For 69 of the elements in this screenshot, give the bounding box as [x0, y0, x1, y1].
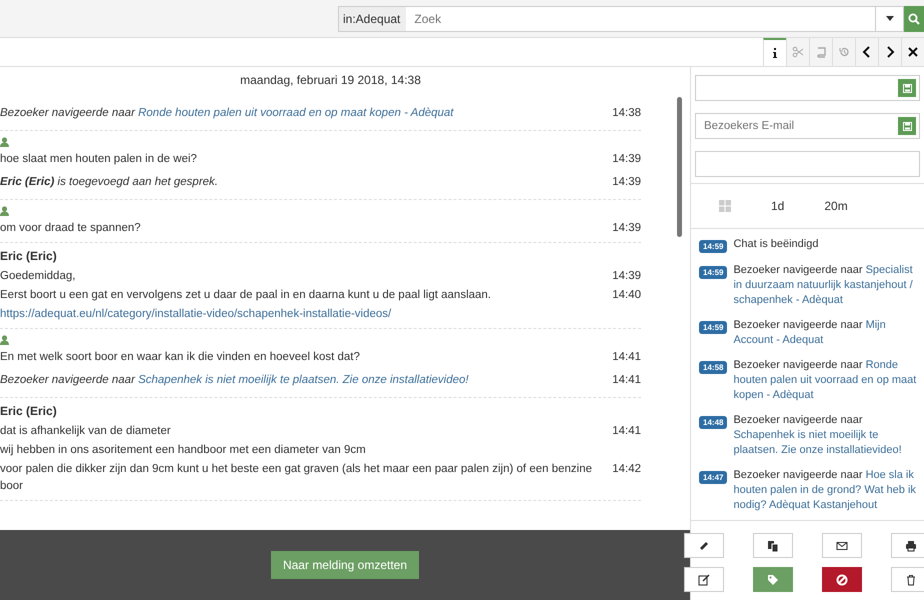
floppy-icon	[902, 84, 912, 92]
message-text: om voor draad te spannen?	[0, 221, 141, 236]
message-text: Goedemiddag,	[0, 269, 76, 284]
history-icon	[838, 46, 850, 58]
timeline-event: Bezoeker navigeerde naar Ronde houten palen uit voorraad en op maat kopen - Adèquat	[733, 358, 918, 403]
message-time: 14:39	[611, 175, 641, 190]
system-message: Eric (Eric) is toegevoegd aan het gesprek.	[0, 175, 218, 190]
input-field[interactable]	[695, 151, 920, 177]
convert-button[interactable]: Naar melding omzetten	[270, 551, 420, 579]
message-time: 14:41	[611, 350, 641, 365]
navigation-message: Bezoeker navigeerde naar Schapenhek is niet moeilijk te plaatsen. Zie onze installatievideo!	[0, 373, 469, 388]
time-badge: 14:59	[699, 321, 728, 334]
timeline-event: Bezoeker navigeerde naar Mijn Account - Adequat	[733, 318, 887, 348]
action-button[interactable]	[822, 567, 862, 592]
time-badge: 14:58	[699, 361, 728, 374]
input-field[interactable]: Bezoekers E-mail	[695, 113, 920, 139]
user-icon	[0, 206, 9, 216]
time-badge: 14:59	[699, 240, 728, 253]
timeline-event: Chat is beëindigd	[733, 237, 818, 252]
time-badge: 14:47	[699, 471, 728, 484]
page-link[interactable]: Ronde houten palen uit voorraad en op maat kopen - Adèquat	[138, 107, 454, 119]
timeline-event: Bezoeker navigeerde naar Hoe sla ik houten palen in de grond? Wat heb ik nodig? Adèquat Kastanjehout	[733, 468, 917, 513]
input-field[interactable]	[695, 75, 920, 101]
date-header: maandag, februari 19 2018, 14:38	[239, 72, 422, 89]
dropdown-button[interactable]	[876, 6, 904, 32]
message-time: 14:41	[611, 424, 641, 439]
message-time: 14:38	[611, 106, 641, 121]
message-text: wij hebben in ons asoritement een handboor met een diameter van 9cm	[0, 443, 366, 458]
trash-icon	[905, 574, 917, 586]
save-button[interactable]	[898, 117, 916, 135]
message-text: hoe slaat men houten palen in de wei?	[0, 152, 197, 167]
search-icon	[908, 12, 920, 24]
message-text: voor palen die dikker zijn dan 9cm kunt u het beste een gat graven (als het maar een paar palen zijn) of een benzine boor	[0, 462, 593, 494]
envelope-icon	[836, 540, 848, 552]
copy-icon	[767, 540, 779, 552]
duration-stat: 20m	[824, 199, 848, 213]
floppy-icon	[902, 122, 912, 130]
page-link[interactable]: Schapenhek is niet moeilijk te plaatsen. Zie onze installatievideo!	[138, 374, 469, 386]
time-badge: 14:48	[699, 416, 728, 429]
ban-icon	[836, 574, 848, 586]
author-name: Eric (Eric)	[0, 404, 58, 418]
message-time: 14:39	[611, 152, 641, 167]
message-time: 14:39	[611, 269, 641, 284]
scrollbar[interactable]	[677, 97, 682, 237]
message-time: 14:40	[611, 288, 641, 303]
printer-icon	[905, 540, 917, 552]
tags-icon	[767, 574, 779, 586]
edit-icon	[698, 574, 710, 586]
toolbar-button[interactable]	[763, 38, 786, 66]
message-time: 14:42	[611, 462, 641, 477]
scissors-icon	[792, 46, 804, 58]
timeline-event: Bezoeker navigeerde naar Schapenhek is niet moeilijk te plaatsen. Zie onze installatievideo!	[733, 413, 903, 458]
message-text: En met welk soort boor en waar kan ik die vinden en hoeveel kost dat?	[0, 350, 360, 365]
close-icon	[907, 46, 919, 58]
message-text: dat is afhankelijk van de diameter	[0, 424, 171, 439]
caret-icon	[886, 16, 894, 21]
user-icon	[0, 335, 9, 345]
message-text: Eerst boort u een gat en vervolgens zet u daar de paal in en daarna kunt u de paal ligt aanslaan.	[0, 288, 492, 303]
message-time: 14:41	[611, 373, 641, 388]
duration-stat: 1d	[771, 199, 784, 213]
url-link[interactable]: https://adequat.eu/nl/category/installatie-video/schapenhek-installatie-videos/	[0, 306, 392, 323]
author-name: Eric (Eric)	[0, 249, 58, 263]
windows-icon	[719, 200, 731, 212]
user-icon	[0, 137, 9, 147]
navigation-message: Bezoeker navigeerde naar Ronde houten palen uit voorraad en op maat kopen - Adèquat	[0, 106, 454, 121]
message-time: 14:39	[611, 221, 641, 236]
timeline-event: Bezoeker navigeerde naar Specialist in duurzaam natuurlijk kastanjehout / schapenhek - Adèquat	[733, 263, 914, 308]
time-badge: 14:59	[699, 266, 728, 279]
save-button[interactable]	[898, 79, 916, 97]
